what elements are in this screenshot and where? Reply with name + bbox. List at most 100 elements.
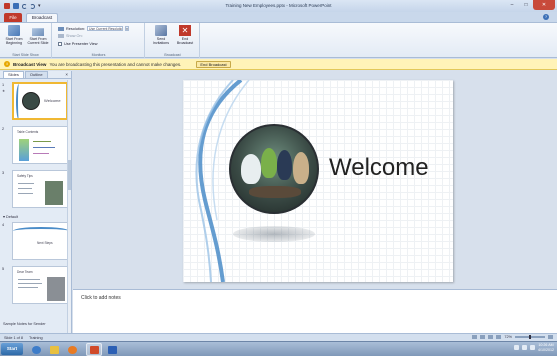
- star-icon: ★: [2, 89, 6, 93]
- slide-thumbnail-1[interactable]: Welcome: [12, 82, 68, 120]
- ie-icon: [31, 345, 41, 354]
- zoom-level[interactable]: 72%: [504, 335, 512, 339]
- section-header[interactable]: ▾ Default: [3, 214, 18, 219]
- presenter-view-checkbox[interactable]: [58, 42, 62, 46]
- resolution-select[interactable]: Use Current Resolution: [87, 26, 123, 31]
- table-shape: [249, 186, 301, 198]
- media-player-icon: [67, 345, 77, 354]
- tab-broadcast[interactable]: Broadcast: [26, 13, 58, 22]
- slides-panel: Slides Outline × 1 ★ Welcome 2 Table Con…: [0, 71, 72, 333]
- window-title: Training New Employees.pptx - Microsoft …: [225, 3, 332, 8]
- info-icon: i: [4, 61, 10, 67]
- ribbon-group-monitors: Resolution: Use Current Resolution ▾ Sho…: [53, 23, 145, 58]
- tab-slides[interactable]: Slides: [3, 71, 24, 78]
- system-tray: 10:26 AM 4/10/2012: [514, 343, 554, 352]
- slide-title[interactable]: Welcome: [329, 154, 429, 182]
- close-button[interactable]: ✕: [533, 0, 555, 10]
- thumb-swoosh: [16, 84, 22, 118]
- volume-icon[interactable]: [530, 345, 535, 350]
- taskbar-app-powerpoint[interactable]: [86, 343, 102, 356]
- group-label-start: Start Slide Show: [12, 53, 39, 57]
- group-label-broadcast: Broadcast: [164, 53, 181, 57]
- minimize-button[interactable]: –: [505, 0, 519, 10]
- person-figure: [261, 148, 277, 178]
- monitor-icon: [58, 34, 64, 38]
- taskbar-app-explorer[interactable]: [46, 343, 62, 356]
- slide-thumbnails: 1 ★ Welcome 2 Table Contents 3 Safety Ti…: [0, 80, 72, 333]
- maximize-button[interactable]: □: [519, 0, 533, 10]
- slideshow-icon: [8, 25, 20, 36]
- slide-thumbnail-4[interactable]: Next Steps: [12, 222, 68, 260]
- slides-scrollbar[interactable]: [67, 80, 71, 333]
- info-bar-message: You are broadcasting this presentation a…: [49, 61, 182, 67]
- ribbon-tabs: File Broadcast ?: [0, 12, 557, 22]
- slideshow-view-icon[interactable]: [496, 335, 502, 339]
- presenter-view-row[interactable]: Use Presenter View: [58, 42, 97, 46]
- taskbar-app-word[interactable]: [104, 343, 120, 356]
- tray-expand-icon[interactable]: [514, 345, 519, 350]
- info-bar-title: Broadcast View: [13, 61, 47, 67]
- system-clock[interactable]: 10:26 AM 4/10/2012: [538, 343, 554, 352]
- current-slide[interactable]: Welcome: [183, 80, 453, 282]
- reading-view-icon[interactable]: [488, 335, 494, 339]
- slide-editing-area: Welcome: [73, 71, 557, 289]
- person-figure: [241, 154, 261, 184]
- tab-file[interactable]: File: [4, 13, 22, 22]
- thumb-line: [33, 141, 51, 142]
- fit-to-window-icon[interactable]: [548, 335, 553, 339]
- network-icon[interactable]: [522, 345, 527, 350]
- send-invitations-button[interactable]: Send Invitations: [150, 25, 172, 49]
- scrollbar-thumb[interactable]: [68, 160, 71, 190]
- notes-pane[interactable]: Click to add notes: [73, 289, 557, 333]
- ribbon-group-start-slide-show: Start From Beginning Start From Current …: [0, 23, 52, 58]
- windows-taskbar: Start 10:26 AM 4/10/2012: [0, 341, 557, 356]
- start-button[interactable]: Start: [1, 343, 23, 355]
- person-figure: [277, 150, 292, 180]
- start-from-current-button[interactable]: Start From Current Slide: [27, 25, 49, 49]
- window-controls: – □ ✕: [505, 0, 555, 10]
- thumb-line: [33, 153, 49, 154]
- group-label-monitors: Monitors: [91, 53, 106, 57]
- theme-name: Training: [29, 335, 43, 340]
- show-on-row: Show On:: [58, 34, 83, 38]
- slideshow-current-icon: [32, 28, 44, 36]
- title-bar: ▾ Training New Employees.pptx - Microsof…: [0, 0, 557, 12]
- notes-placeholder[interactable]: Click to add notes: [81, 295, 121, 301]
- resolution-row: Resolution: Use Current Resolution ▾: [58, 26, 129, 31]
- help-icon[interactable]: ?: [543, 14, 549, 20]
- slide-thumbnail-5[interactable]: Dear Team: [12, 266, 68, 304]
- word-icon: [107, 345, 117, 354]
- status-bar: Slide 1 of 8 Training 72%: [0, 333, 557, 341]
- end-broadcast-button[interactable]: ✕ End Broadcast: [174, 25, 196, 49]
- section-footer[interactable]: Sample Notes for Sender: [3, 322, 46, 326]
- invitation-icon: [155, 25, 167, 36]
- resolution-icon: [58, 26, 64, 31]
- zoom-slider[interactable]: [515, 335, 545, 339]
- close-panel-icon[interactable]: ×: [65, 72, 68, 77]
- thumb-graphic: [19, 139, 29, 161]
- slide-thumbnail-2[interactable]: Table Contents: [12, 126, 68, 164]
- slide-count: Slide 1 of 8: [4, 335, 23, 340]
- powerpoint-icon: [89, 345, 99, 354]
- tab-outline[interactable]: Outline: [24, 71, 48, 78]
- ribbon-group-broadcast: Send Invitations ✕ End Broadcast Broadca…: [146, 23, 200, 58]
- thumb-image: [47, 277, 65, 301]
- thumb-swoosh: [13, 227, 67, 235]
- normal-view-icon[interactable]: [472, 335, 478, 339]
- view-controls: 72%: [472, 335, 553, 339]
- chevron-down-icon[interactable]: ▾: [125, 26, 129, 31]
- slide-thumbnail-3[interactable]: Safety Tips: [12, 170, 68, 208]
- thumb-line: [18, 283, 42, 284]
- thumb-line: [18, 287, 38, 288]
- folder-icon: [49, 345, 59, 354]
- zoom-slider-knob[interactable]: [529, 335, 531, 339]
- thumb-photo: [22, 92, 40, 110]
- thumb-line: [18, 193, 33, 194]
- info-end-broadcast-button[interactable]: End Broadcast: [196, 60, 231, 68]
- ribbon: Start From Beginning Start From Current …: [0, 22, 557, 58]
- taskbar-app-ie[interactable]: [28, 343, 44, 356]
- slide-sorter-icon[interactable]: [480, 335, 486, 339]
- photo-reflection: [233, 226, 315, 242]
- taskbar-app-media[interactable]: [64, 343, 80, 356]
- start-from-beginning-button[interactable]: Start From Beginning: [3, 25, 25, 49]
